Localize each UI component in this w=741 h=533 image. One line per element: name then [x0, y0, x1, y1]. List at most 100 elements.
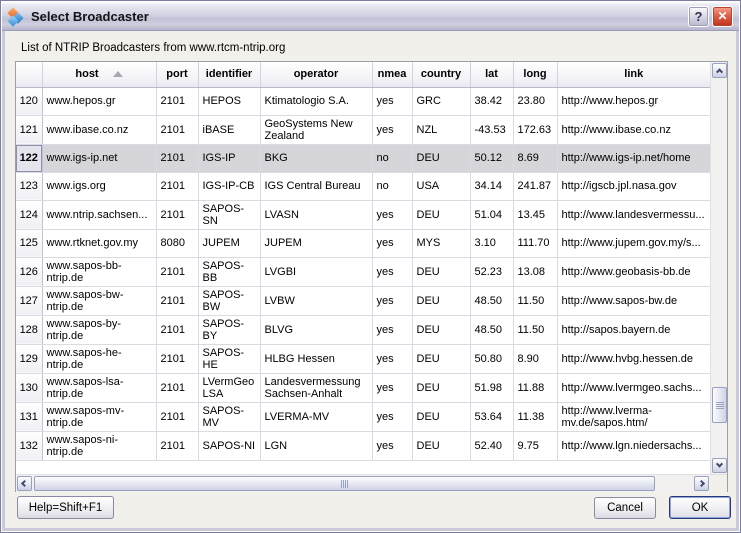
horizontal-scrollbar[interactable]	[16, 475, 710, 492]
scroll-left-button[interactable]	[17, 476, 32, 491]
cell-lat[interactable]: 48.50	[470, 315, 513, 344]
cell-long[interactable]: 172.63	[513, 115, 557, 144]
cell-nmea[interactable]: yes	[372, 115, 412, 144]
cell-nmea[interactable]: yes	[372, 257, 412, 286]
cell-country[interactable]: MYS	[412, 229, 470, 257]
cell-operator[interactable]: BKG	[260, 144, 372, 172]
column-header-host[interactable]: host	[42, 62, 156, 87]
cell-long[interactable]: 23.80	[513, 87, 557, 115]
row-header-132[interactable]: 132	[16, 431, 42, 460]
cell-country[interactable]: DEU	[412, 344, 470, 373]
cell-port[interactable]: 2101	[156, 115, 198, 144]
cell-lat[interactable]: 53.64	[470, 402, 513, 431]
table-row[interactable]: 132www.sapos-ni-ntrip.de2101SAPOS-NILGNy…	[16, 431, 710, 460]
cell-identifier[interactable]: SAPOS-SN	[198, 200, 260, 229]
cell-lat[interactable]: 51.98	[470, 373, 513, 402]
cell-host[interactable]: www.igs-ip.net	[42, 144, 156, 172]
scroll-right-button[interactable]	[694, 476, 709, 491]
cell-lat[interactable]: 34.14	[470, 172, 513, 200]
context-help-button[interactable]: ?	[688, 6, 709, 27]
close-icon[interactable]: ✕	[712, 6, 733, 27]
row-header-131[interactable]: 131	[16, 402, 42, 431]
cell-country[interactable]: NZL	[412, 115, 470, 144]
cell-host[interactable]: www.rtknet.gov.my	[42, 229, 156, 257]
cell-link[interactable]: http://www.ibase.co.nz	[557, 115, 710, 144]
cell-host[interactable]: www.sapos-ni-ntrip.de	[42, 431, 156, 460]
cell-country[interactable]: USA	[412, 172, 470, 200]
cell-identifier[interactable]: SAPOS-BW	[198, 286, 260, 315]
cell-operator[interactable]: Ktimatologio S.A.	[260, 87, 372, 115]
scroll-up-button[interactable]	[712, 63, 727, 78]
cell-long[interactable]: 9.75	[513, 431, 557, 460]
cell-operator[interactable]: LGN	[260, 431, 372, 460]
table-row[interactable]: 129www.sapos-he-ntrip.de2101SAPOS-HEHLBG…	[16, 344, 710, 373]
cell-host[interactable]: www.sapos-bb-ntrip.de	[42, 257, 156, 286]
cell-long[interactable]: 8.69	[513, 144, 557, 172]
cell-link[interactable]: http://sapos.bayern.de	[557, 315, 710, 344]
column-header-link[interactable]: link	[557, 62, 710, 87]
cell-host[interactable]: www.sapos-mv-ntrip.de	[42, 402, 156, 431]
table-row[interactable]: 120www.hepos.gr2101HEPOSKtimatologio S.A…	[16, 87, 710, 115]
cell-link[interactable]: http://www.geobasis-bb.de	[557, 257, 710, 286]
cell-country[interactable]: DEU	[412, 257, 470, 286]
cell-long[interactable]: 13.08	[513, 257, 557, 286]
table-row[interactable]: 124www.ntrip.sachsen...2101SAPOS-SNLVASN…	[16, 200, 710, 229]
row-header-128[interactable]: 128	[16, 315, 42, 344]
row-header-124[interactable]: 124	[16, 200, 42, 229]
cell-long[interactable]: 241.87	[513, 172, 557, 200]
cell-country[interactable]: DEU	[412, 286, 470, 315]
cell-lat[interactable]: 3.10	[470, 229, 513, 257]
cell-port[interactable]: 2101	[156, 200, 198, 229]
row-header-127[interactable]: 127	[16, 286, 42, 315]
cell-identifier[interactable]: SAPOS-MV	[198, 402, 260, 431]
cell-lat[interactable]: 52.23	[470, 257, 513, 286]
row-header-121[interactable]: 121	[16, 115, 42, 144]
cell-link[interactable]: http://www.hvbg.hessen.de	[557, 344, 710, 373]
cell-port[interactable]: 2101	[156, 257, 198, 286]
cell-lat[interactable]: 50.80	[470, 344, 513, 373]
cell-identifier[interactable]: LVermGeoLSA	[198, 373, 260, 402]
cell-port[interactable]: 2101	[156, 144, 198, 172]
title-bar[interactable]: Select Broadcaster ? ✕	[2, 2, 739, 31]
cell-country[interactable]: DEU	[412, 431, 470, 460]
cell-operator[interactable]: GeoSystems New Zealand	[260, 115, 372, 144]
cell-port[interactable]: 8080	[156, 229, 198, 257]
cell-identifier[interactable]: JUPEM	[198, 229, 260, 257]
table-row[interactable]: 130www.sapos-lsa-ntrip.de2101LVermGeoLSA…	[16, 373, 710, 402]
row-header-122[interactable]: 122	[16, 144, 42, 172]
cell-link[interactable]: http://www.sapos-bw.de	[557, 286, 710, 315]
cell-long[interactable]: 111.70	[513, 229, 557, 257]
row-header-126[interactable]: 126	[16, 257, 42, 286]
cell-link[interactable]: http://igscb.jpl.nasa.gov	[557, 172, 710, 200]
cell-port[interactable]: 2101	[156, 286, 198, 315]
row-header-130[interactable]: 130	[16, 373, 42, 402]
cell-identifier[interactable]: HEPOS	[198, 87, 260, 115]
cell-nmea[interactable]: yes	[372, 229, 412, 257]
cell-link[interactable]: http://www.lvermgeo.sachs...	[557, 373, 710, 402]
cell-operator[interactable]: LVBW	[260, 286, 372, 315]
cell-nmea[interactable]: yes	[372, 315, 412, 344]
cell-operator[interactable]: LVGBI	[260, 257, 372, 286]
cell-nmea[interactable]: no	[372, 144, 412, 172]
ok-button[interactable]: OK	[669, 496, 731, 519]
help-button[interactable]: Help=Shift+F1	[17, 496, 114, 519]
cell-country[interactable]: DEU	[412, 315, 470, 344]
cell-port[interactable]: 2101	[156, 402, 198, 431]
cell-port[interactable]: 2101	[156, 172, 198, 200]
row-header-120[interactable]: 120	[16, 87, 42, 115]
table-row[interactable]: 126www.sapos-bb-ntrip.de2101SAPOS-BBLVGB…	[16, 257, 710, 286]
row-header-129[interactable]: 129	[16, 344, 42, 373]
cell-port[interactable]: 2101	[156, 431, 198, 460]
cell-lat[interactable]: 52.40	[470, 431, 513, 460]
cell-operator[interactable]: JUPEM	[260, 229, 372, 257]
table-row[interactable]: 123www.igs.org2101IGS-IP-CBIGS Central B…	[16, 172, 710, 200]
table-row[interactable]: 121www.ibase.co.nz2101iBASEGeoSystems Ne…	[16, 115, 710, 144]
cell-long[interactable]: 11.50	[513, 315, 557, 344]
cell-link[interactable]: http://www.jupem.gov.my/s...	[557, 229, 710, 257]
table-row[interactable]: 128www.sapos-by-ntrip.de2101SAPOS-BYBLVG…	[16, 315, 710, 344]
cell-identifier[interactable]: SAPOS-BY	[198, 315, 260, 344]
table-row[interactable]: 131www.sapos-mv-ntrip.de2101SAPOS-MVLVER…	[16, 402, 710, 431]
cell-identifier[interactable]: IGS-IP-CB	[198, 172, 260, 200]
cell-port[interactable]: 2101	[156, 344, 198, 373]
column-header-port[interactable]: port	[156, 62, 198, 87]
